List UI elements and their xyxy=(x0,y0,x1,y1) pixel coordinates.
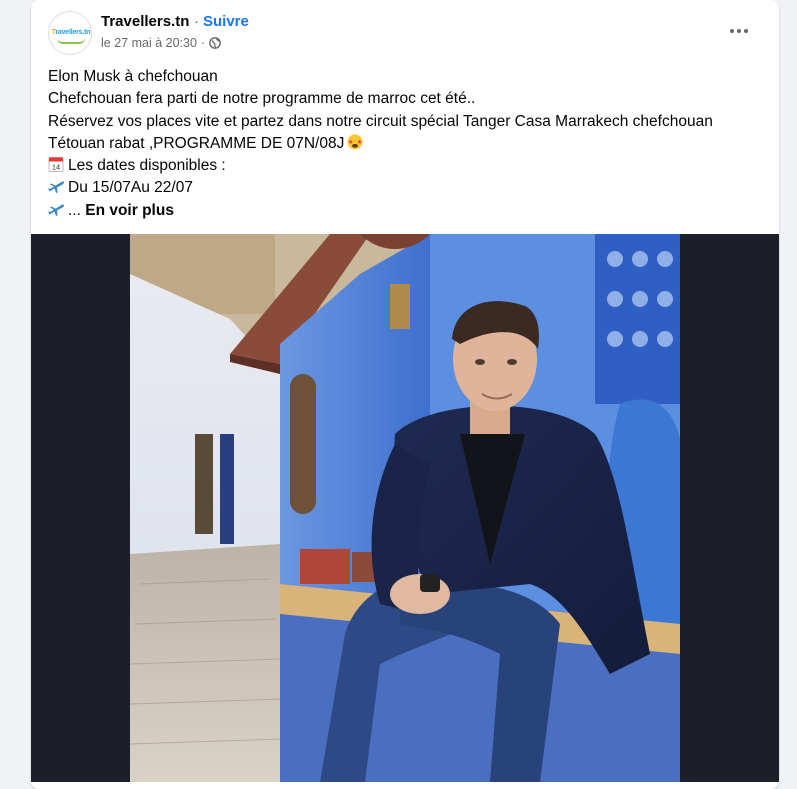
see-more-link[interactable]: En voir plus xyxy=(85,202,174,219)
page-avatar[interactable]: Travellers.tn xyxy=(48,11,92,55)
see-more-line: ... En voir plus xyxy=(48,200,768,222)
post-card: Travellers.tn Travellers.tn · Suivre le … xyxy=(31,0,779,789)
calendar-day-text: 14 xyxy=(52,163,60,172)
post-text: Elon Musk à chefchouan Chefchouan fera p… xyxy=(48,66,768,222)
post-meta: le 27 mai à 20:30 · xyxy=(101,36,221,50)
post-text-line-program: Tétouan rabat ,PROGRAMME DE 07N/08J xyxy=(48,133,768,155)
post-text-line: Elon Musk à chefchouan xyxy=(48,68,218,85)
more-options-button[interactable] xyxy=(721,16,757,46)
post-photo[interactable] xyxy=(130,234,680,782)
airplane-icon xyxy=(48,202,66,218)
more-dot-icon xyxy=(737,29,741,33)
post-timestamp[interactable]: le 27 mai à 20:30 xyxy=(101,36,197,50)
globe-icon[interactable] xyxy=(209,37,221,49)
calendar-icon: 14 xyxy=(48,156,64,173)
photo-illustration xyxy=(130,234,680,782)
post-header: Travellers.tn Travellers.tn · Suivre le … xyxy=(31,0,779,64)
avatar-logo: Travellers.tn xyxy=(51,29,91,36)
airplane-icon xyxy=(48,179,66,195)
star-struck-emoji-icon xyxy=(347,134,363,150)
post-text-line: Tétouan rabat ,PROGRAMME DE 07N/08J xyxy=(48,134,345,152)
post-text-line: Chefchouan fera parti de notre programme… xyxy=(48,90,476,108)
date-range-line: Du 15/07Au 22/07 xyxy=(48,177,768,199)
date-range-text: Du 15/07Au 22/07 xyxy=(68,179,193,197)
more-dot-icon xyxy=(730,29,734,33)
name-separator: · xyxy=(194,13,199,30)
dates-label: Les dates disponibles : xyxy=(68,157,226,175)
dates-line: 14 Les dates disponibles : xyxy=(48,155,768,177)
post-media[interactable] xyxy=(31,234,779,782)
avatar-logo-arc xyxy=(57,38,85,44)
meta-separator: · xyxy=(200,36,206,50)
post-text-line: Réservez vos places vite et partez dans … xyxy=(48,112,713,130)
more-dot-icon xyxy=(744,29,748,33)
follow-button[interactable]: Suivre xyxy=(203,13,249,30)
page-name-link[interactable]: Travellers.tn xyxy=(101,13,189,30)
ellipsis-text: ... xyxy=(68,201,81,219)
